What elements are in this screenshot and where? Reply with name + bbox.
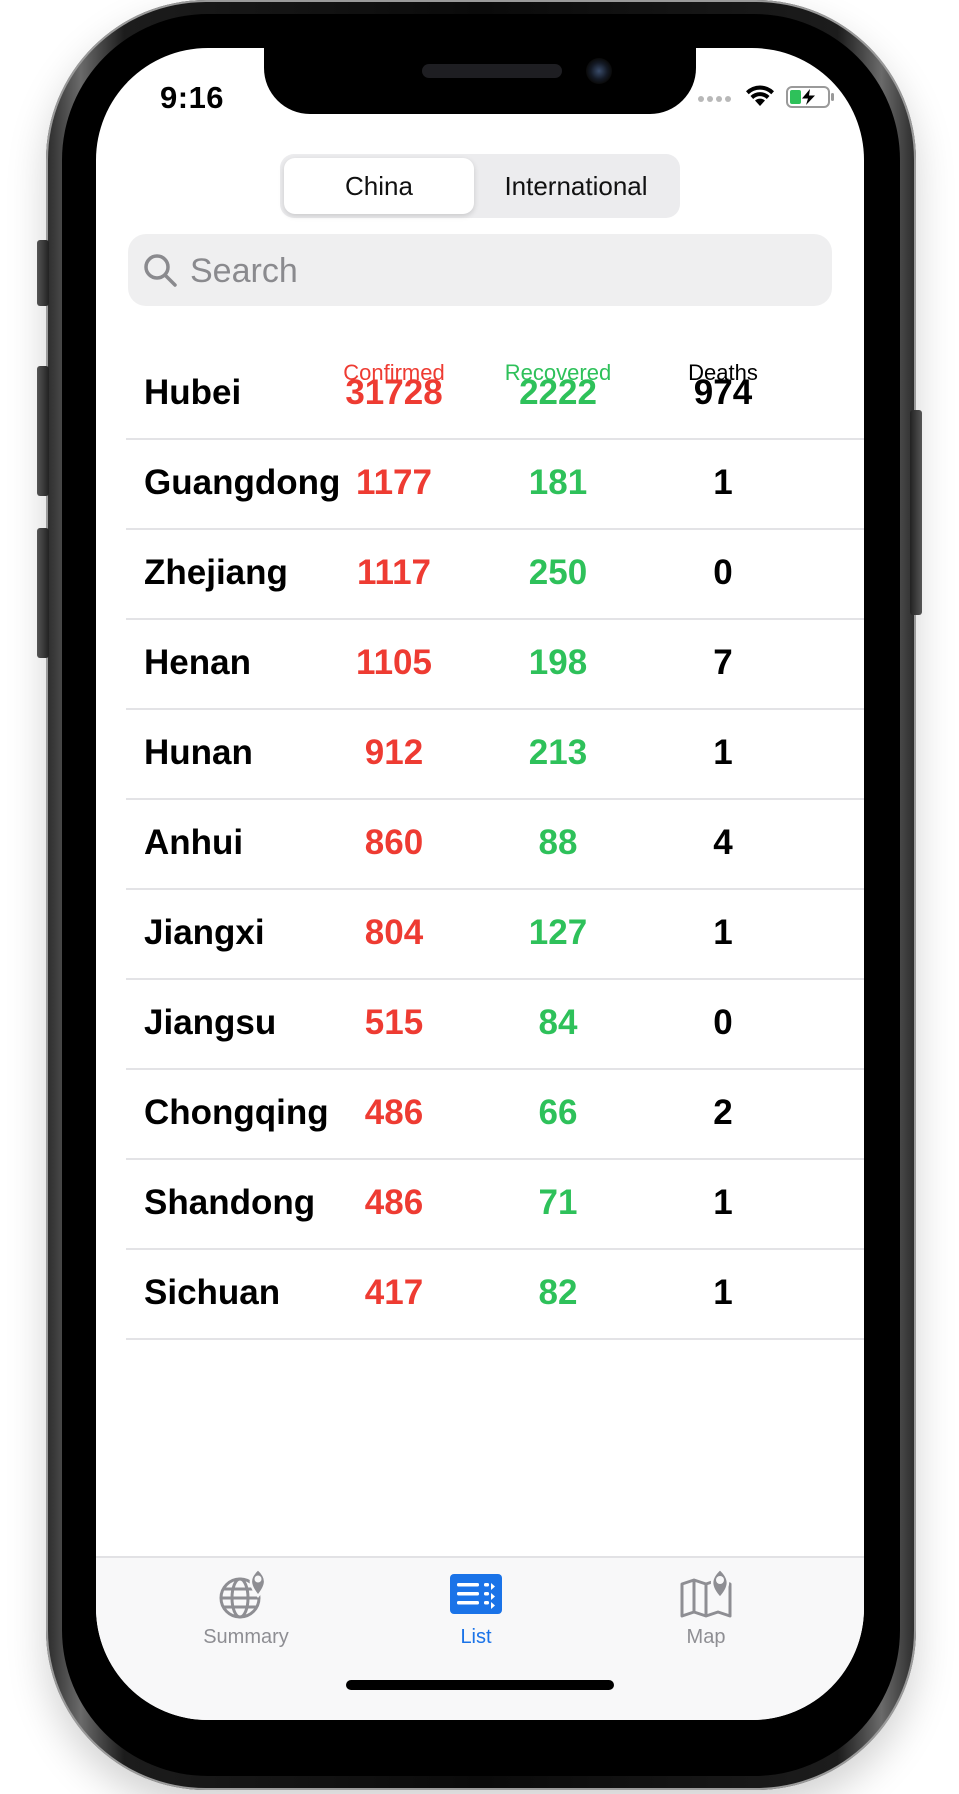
tab-map[interactable]: Map xyxy=(626,1566,786,1666)
segment-international[interactable]: International xyxy=(476,158,676,214)
table-row[interactable]: Chongqing 486 66 2 xyxy=(126,1068,864,1160)
tab-summary[interactable]: Summary xyxy=(166,1566,326,1666)
row-recovered: 84 xyxy=(538,1003,578,1042)
segment-china[interactable]: China xyxy=(284,158,474,214)
search-bar xyxy=(128,234,832,308)
row-confirmed: 486 xyxy=(364,1093,424,1132)
row-confirmed: 860 xyxy=(364,823,424,862)
row-deaths: 1 xyxy=(713,1183,733,1222)
table-row[interactable]: Henan 1105 198 7 xyxy=(126,618,864,710)
row-deaths: 1 xyxy=(713,733,733,772)
region-segmented-control: China International xyxy=(280,154,680,218)
list-icon xyxy=(450,1574,502,1614)
wifi-icon xyxy=(746,85,774,106)
row-recovered: 71 xyxy=(538,1183,578,1222)
power-button xyxy=(910,410,922,615)
tab-bar: Summary List Map xyxy=(96,1556,864,1720)
row-deaths: 2 xyxy=(713,1093,733,1132)
volume-up-button xyxy=(37,366,49,496)
row-confirmed: 1177 xyxy=(356,463,432,502)
row-deaths: 4 xyxy=(713,823,733,862)
row-confirmed: 804 xyxy=(364,913,424,952)
tab-list-label: List xyxy=(460,1626,492,1648)
row-confirmed: 912 xyxy=(364,733,424,772)
notch xyxy=(264,48,696,114)
silent-switch xyxy=(37,240,49,306)
table-row[interactable]: Sichuan 417 82 1 xyxy=(126,1248,864,1340)
row-recovered: 213 xyxy=(528,733,588,772)
table-row[interactable]: Jiangxi 804 127 1 xyxy=(126,888,864,980)
row-recovered: 66 xyxy=(538,1093,578,1132)
table-row[interactable]: Guangdong 1177 181 1 xyxy=(126,438,864,530)
status-time: 9:16 xyxy=(160,80,225,115)
tab-list[interactable]: List xyxy=(396,1566,556,1666)
row-confirmed: 417 xyxy=(364,1273,424,1312)
row-confirmed: 515 xyxy=(364,1003,424,1042)
search-icon xyxy=(144,254,177,287)
row-deaths: 1 xyxy=(713,463,733,502)
row-recovered: 82 xyxy=(538,1273,578,1312)
tab-map-label: Map xyxy=(686,1626,726,1648)
row-recovered: 198 xyxy=(528,643,588,682)
row-deaths: 974 xyxy=(693,373,753,412)
row-recovered: 181 xyxy=(528,463,588,502)
row-deaths: 0 xyxy=(713,1003,733,1042)
table-row[interactable]: Zhejiang 1117 250 0 xyxy=(126,528,864,620)
row-confirmed: 31728 xyxy=(345,373,443,412)
row-recovered: 250 xyxy=(528,553,588,592)
home-indicator xyxy=(346,1680,614,1690)
cellular-signal-icon xyxy=(698,96,734,104)
row-recovered: 127 xyxy=(528,913,588,952)
row-deaths: 0 xyxy=(713,553,733,592)
row-confirmed: 486 xyxy=(364,1183,424,1222)
table-row[interactable]: Hunan 912 213 1 xyxy=(126,708,864,800)
tab-summary-label: Summary xyxy=(203,1626,289,1648)
row-deaths: 7 xyxy=(713,643,733,682)
map-pin-icon xyxy=(680,1567,732,1618)
row-confirmed: 1117 xyxy=(357,553,431,592)
search-input[interactable] xyxy=(188,234,812,308)
table-row[interactable]: Jiangsu 515 84 0 xyxy=(126,978,864,1070)
globe-pin-icon xyxy=(219,1567,267,1619)
row-deaths: 1 xyxy=(713,913,733,952)
front-camera xyxy=(586,58,612,84)
screen: 9:16 China International Confirmed Recov… xyxy=(96,48,864,1720)
speaker-grille xyxy=(422,64,562,78)
table-row[interactable]: Anhui 860 88 4 xyxy=(126,798,864,890)
row-confirmed: 1105 xyxy=(356,643,432,682)
row-deaths: 1 xyxy=(713,1273,733,1312)
row-recovered: 2222 xyxy=(519,373,597,412)
table-row[interactable]: Hubei 31728 2222 974 xyxy=(126,348,864,440)
row-recovered: 88 xyxy=(538,823,578,862)
table-row[interactable]: Shandong 486 71 1 xyxy=(126,1158,864,1250)
volume-down-button xyxy=(37,528,49,658)
battery-charging-icon xyxy=(786,86,834,108)
